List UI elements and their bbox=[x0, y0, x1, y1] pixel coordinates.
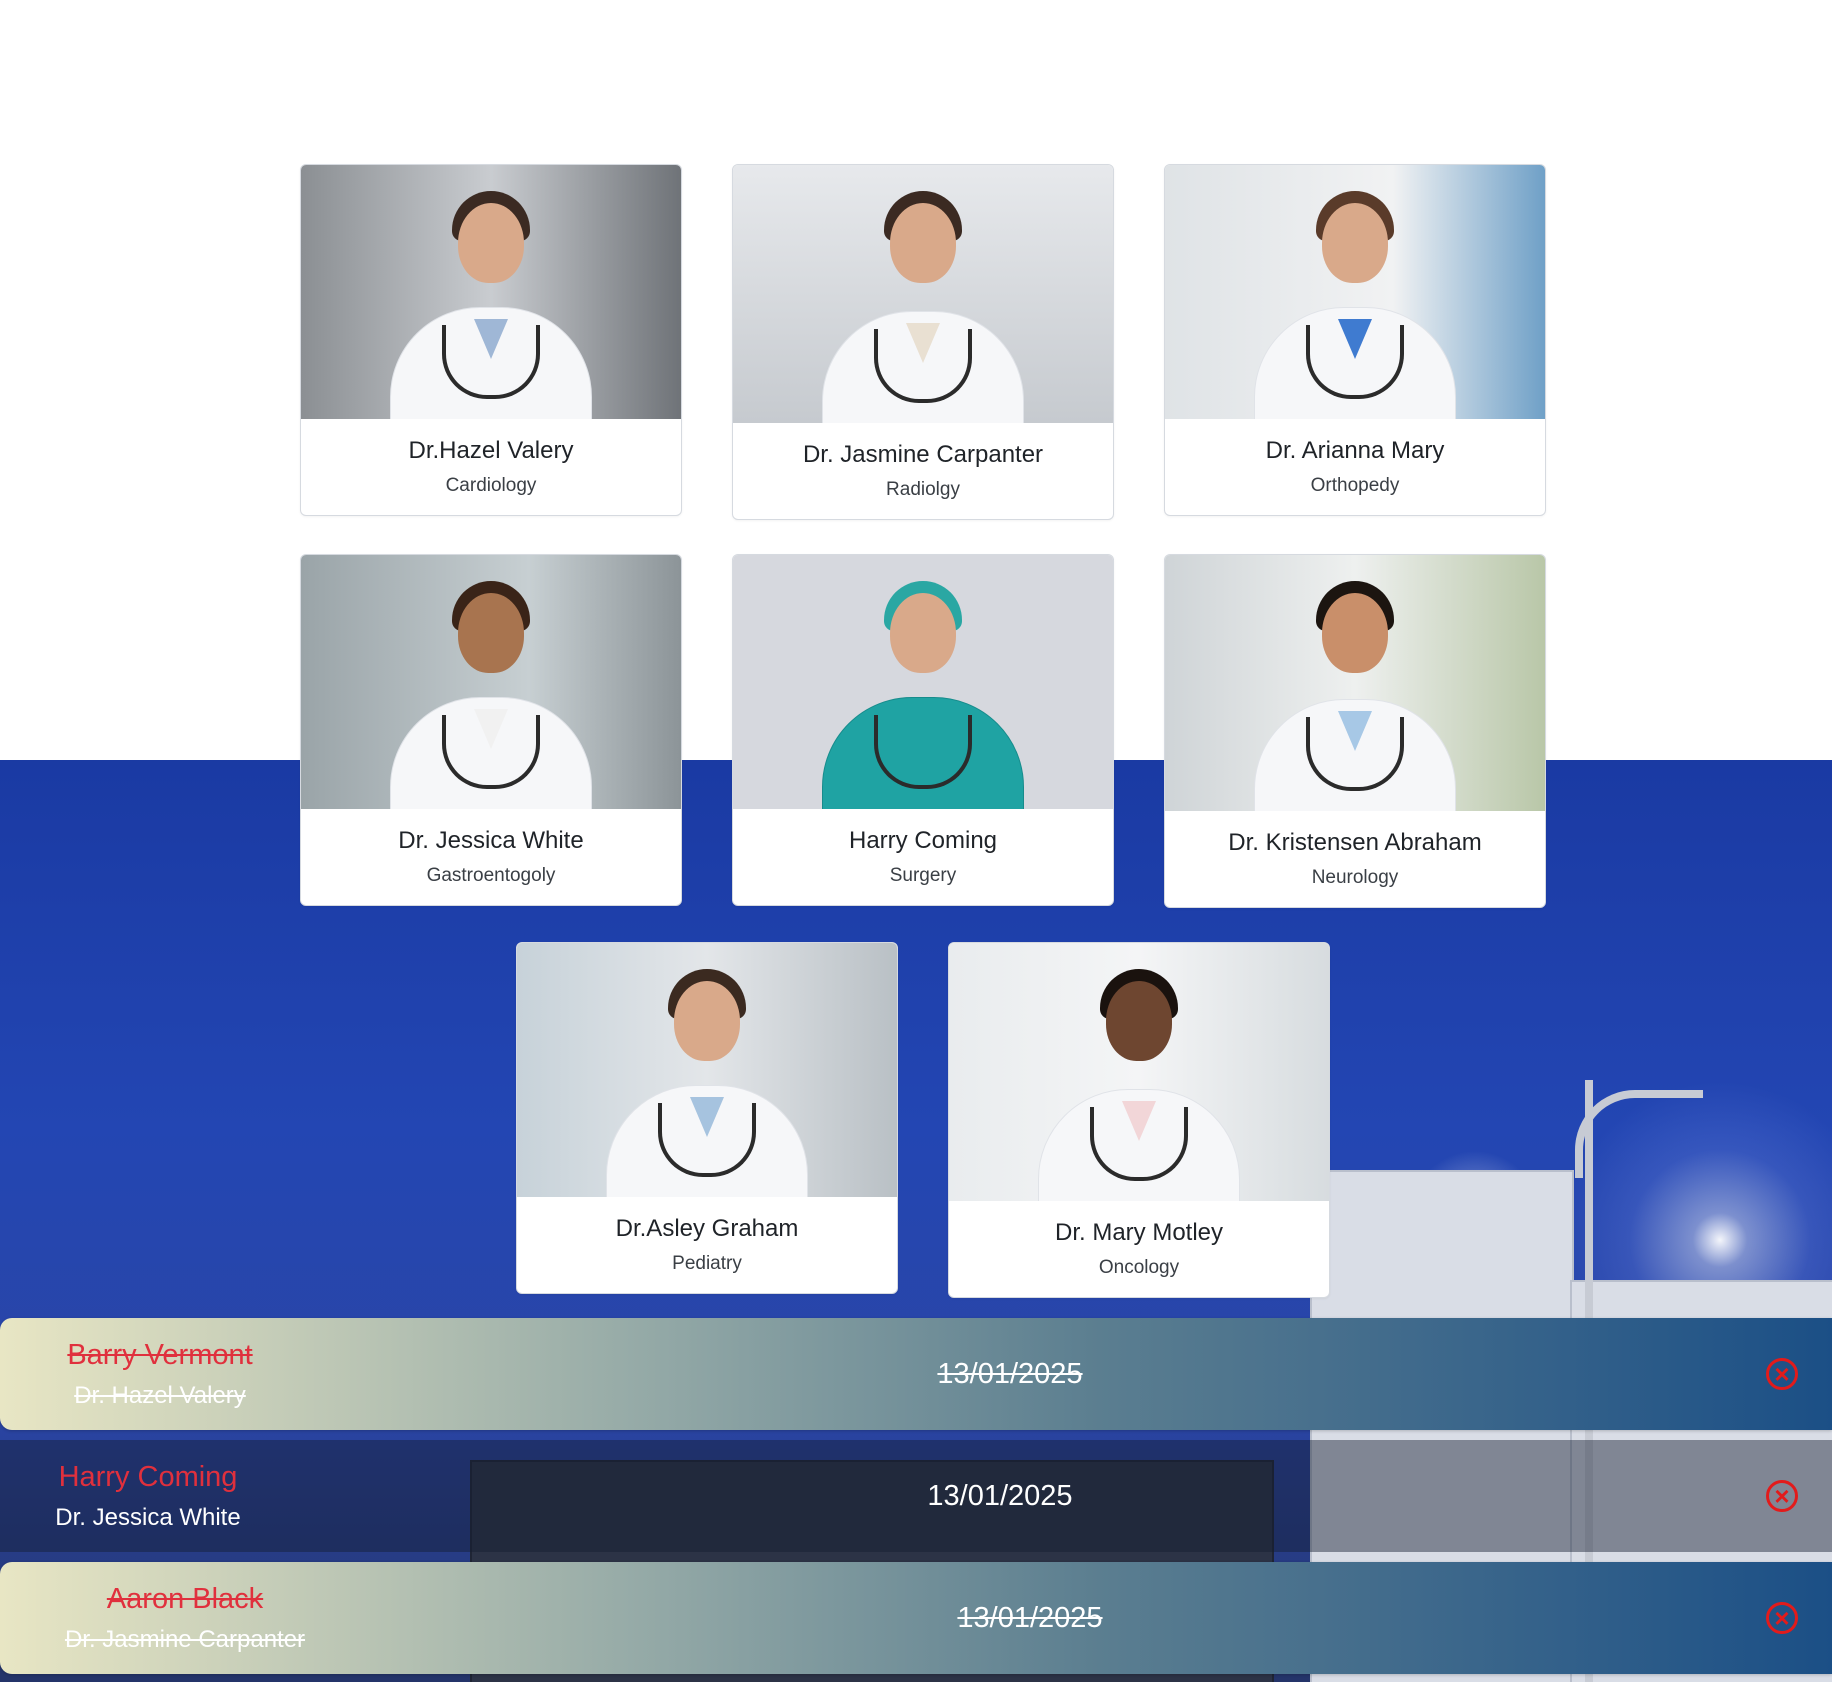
doctor-specialty: Gastroentogoly bbox=[426, 865, 556, 886]
doctor-photo bbox=[1165, 165, 1545, 419]
appointment-doctor: Dr. Hazel Valery bbox=[74, 1381, 246, 1409]
doctor-name: Dr.Hazel Valery bbox=[408, 437, 574, 464]
doctor-name: Dr. Kristensen Abraham bbox=[1228, 829, 1482, 856]
patient-name: Aaron Black bbox=[106, 1582, 264, 1615]
doctor-card[interactable]: Harry Coming Surgery bbox=[732, 554, 1114, 906]
doctor-specialty: Oncology bbox=[1098, 1257, 1180, 1278]
doctor-photo bbox=[733, 555, 1113, 809]
doctor-name: Dr.Asley Graham bbox=[615, 1215, 799, 1242]
doctor-photo bbox=[1165, 555, 1545, 811]
doctor-card[interactable]: Dr. Kristensen Abraham Neurology bbox=[1164, 554, 1546, 908]
doctor-specialty: Cardiology bbox=[445, 475, 537, 496]
doctor-name: Dr. Arianna Mary bbox=[1265, 437, 1445, 464]
doctor-specialty: Pediatry bbox=[672, 1253, 742, 1274]
close-circle-icon[interactable]: × bbox=[1766, 1358, 1798, 1390]
doctor-card[interactable]: Dr. Mary Motley Oncology bbox=[948, 942, 1330, 1298]
appointment-date: 13/01/2025 bbox=[937, 1357, 1083, 1390]
patient-name: Barry Vermont bbox=[67, 1338, 253, 1371]
doctor-specialty: Surgery bbox=[889, 865, 957, 886]
doctor-photo bbox=[517, 943, 897, 1197]
appointment-doctor: Dr. Jasmine Carpanter bbox=[64, 1625, 306, 1653]
doctor-photo bbox=[301, 165, 681, 419]
doctor-photo bbox=[949, 943, 1329, 1201]
close-circle-icon[interactable]: × bbox=[1766, 1602, 1798, 1634]
doctor-card[interactable]: Dr. Arianna Mary Orthopedy bbox=[1164, 164, 1546, 516]
doctor-photo bbox=[733, 165, 1113, 423]
doctor-card[interactable]: Dr. Jessica White Gastroentogoly bbox=[300, 554, 682, 906]
doctor-name: Dr. Mary Motley bbox=[1054, 1219, 1224, 1246]
doctor-photo bbox=[301, 555, 681, 809]
doctor-name: Dr. Jasmine Carpanter bbox=[802, 441, 1044, 468]
appointment-row[interactable]: Barry Vermont Dr. Hazel Valery 13/01/202… bbox=[0, 1318, 1832, 1430]
appointment-date: 13/01/2025 bbox=[957, 1601, 1103, 1634]
doctor-name: Harry Coming bbox=[848, 827, 998, 854]
doctor-card[interactable]: Dr.Asley Graham Pediatry bbox=[516, 942, 898, 1294]
doctor-specialty: Radiolgy bbox=[886, 479, 960, 500]
appointment-date: 13/01/2025 bbox=[927, 1479, 1073, 1512]
appointment-row[interactable]: Harry Coming Dr. Jessica White 13/01/202… bbox=[0, 1440, 1832, 1552]
appointment-doctor: Dr. Jessica White bbox=[55, 1503, 241, 1531]
doctor-card[interactable]: Dr.Hazel Valery Cardiology bbox=[300, 164, 682, 516]
patient-name: Harry Coming bbox=[58, 1460, 238, 1493]
appointment-row[interactable]: Aaron Black Dr. Jasmine Carpanter 13/01/… bbox=[0, 1562, 1832, 1674]
close-circle-icon[interactable]: × bbox=[1766, 1480, 1798, 1512]
doctor-card[interactable]: Dr. Jasmine Carpanter Radiolgy bbox=[732, 164, 1114, 520]
doctor-specialty: Orthopedy bbox=[1310, 475, 1400, 496]
doctor-specialty: Neurology bbox=[1311, 867, 1399, 888]
doctor-name: Dr. Jessica White bbox=[398, 827, 584, 854]
